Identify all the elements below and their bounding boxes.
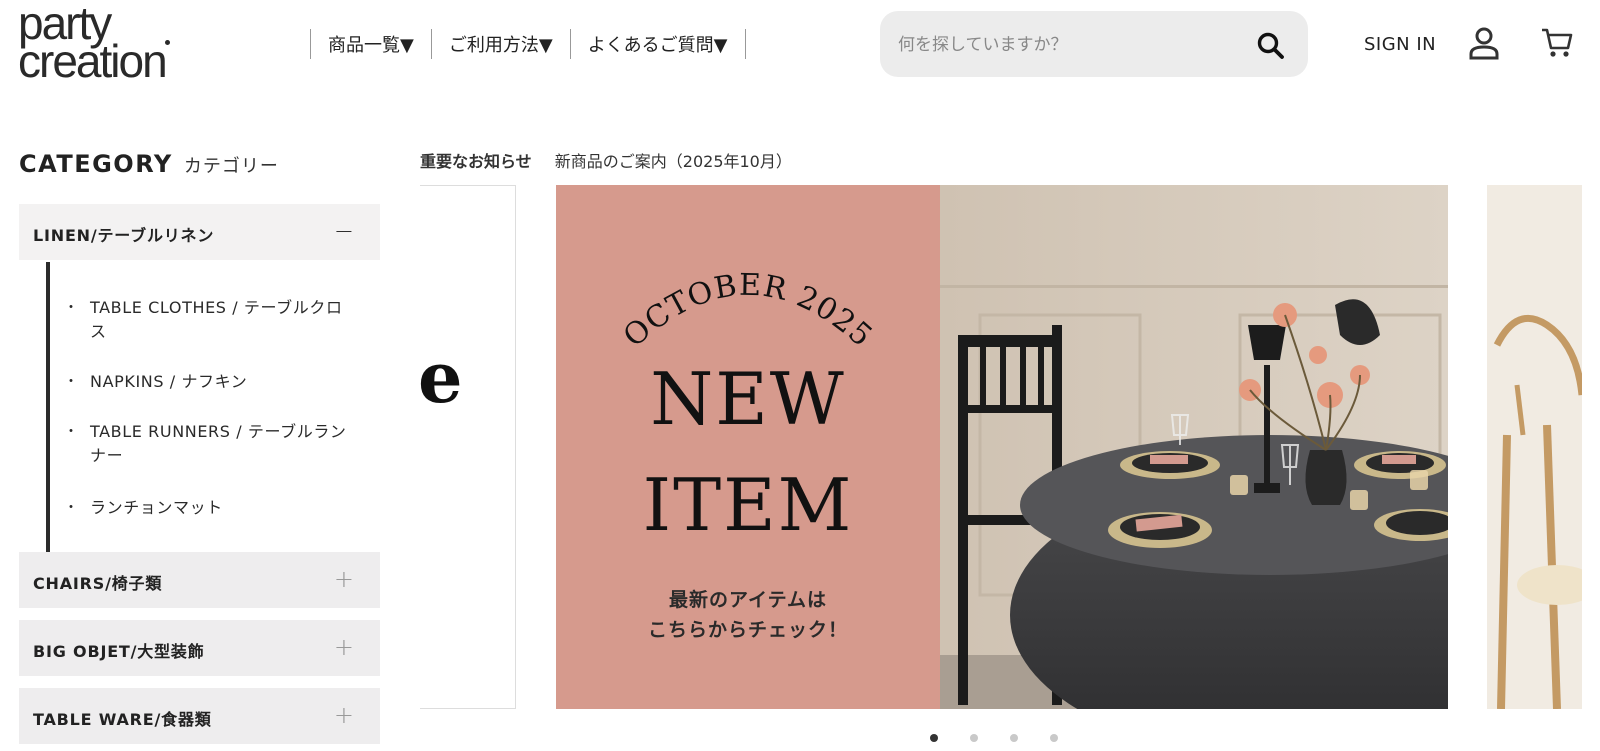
carousel-dot[interactable] [970, 734, 978, 742]
banner-table-photo [940, 185, 1448, 709]
bullet: ・ [64, 374, 79, 390]
category-title-en: CATEGORY [19, 150, 173, 178]
category-label: LINEN/テーブルリネン [33, 226, 215, 245]
notice-label: 重要なお知らせ [420, 152, 532, 171]
carousel-indicators [930, 734, 1058, 742]
collapse-icon[interactable]: − [334, 217, 354, 245]
category-label: CHAIRS/椅子類 [33, 574, 163, 593]
banner-headline-new: NEW [650, 357, 846, 441]
carousel-dot[interactable] [1010, 734, 1018, 742]
bullet: ・ [64, 300, 79, 316]
logo[interactable]: party creation [18, 0, 228, 88]
carousel-dot[interactable] [930, 734, 938, 742]
category-title-jp: カテゴリー [183, 156, 279, 177]
category-chairs[interactable]: CHAIRS/椅子類 + [19, 552, 380, 608]
main-nav: 商品一覧▼ ご利用方法▼ よくあるご質問▼ [310, 28, 746, 60]
active-slide[interactable]: OCTOBER 2025 NEW ITEM 最新のアイテムは こちらからチェック… [556, 185, 1448, 709]
bullet: ・ [64, 424, 79, 440]
category-linen[interactable]: LINEN/テーブルリネン − [19, 204, 380, 260]
expand-icon[interactable]: + [334, 565, 354, 593]
slide-text-fragment: e [420, 336, 463, 419]
sign-in-link[interactable]: SIGN IN [1364, 34, 1436, 55]
logo-line2: creation [18, 35, 168, 87]
search-icon[interactable] [1256, 31, 1286, 61]
banner-arc-label: OCTOBER 2025 [618, 268, 878, 355]
category-label: TABLE WARE/食器類 [33, 710, 212, 729]
subcategory-label: TABLE CLOTHES / テーブルクロス [90, 298, 343, 341]
subcategory-label: NAPKINS / ナフキン [90, 372, 248, 391]
nav-divider [744, 29, 746, 59]
category-label: BIG OBJET/大型装飾 [33, 642, 205, 661]
linen-subcategory-list: ・ TABLE CLOTHES / テーブルクロス ・ NAPKINS / ナフ… [46, 262, 384, 552]
previous-slide[interactable]: e [420, 185, 516, 709]
banner-text-panel: OCTOBER 2025 NEW ITEM 最新のアイテムは こちらからチェック… [556, 185, 940, 709]
banner-headline-item: ITEM [642, 463, 854, 547]
banner-subtext-2: こちらからチェック！ [647, 619, 848, 641]
notice-link[interactable]: 新商品のご案内（2025年10月） [555, 152, 792, 171]
banner-carousel[interactable]: e OCTOBER 2025 NEW ITEM 最新のアイテムは こちらからチェ… [420, 185, 1582, 710]
nav-item-how-to-use[interactable]: ご利用方法▼ [432, 31, 570, 57]
search-input[interactable] [896, 11, 1250, 79]
bullet: ・ [64, 500, 79, 516]
next-slide[interactable] [1487, 185, 1582, 709]
category-heading: CATEGORY カテゴリー [19, 150, 279, 178]
carousel-dot[interactable] [1050, 734, 1058, 742]
user-icon[interactable] [1468, 26, 1500, 60]
search-bar [880, 11, 1308, 79]
expand-icon[interactable]: + [334, 633, 354, 661]
subcategory-label: TABLE RUNNERS / テーブルランナー [90, 422, 347, 465]
banner-arc-text: OCTOBER 2025 [618, 268, 878, 355]
nav-item-products[interactable]: 商品一覧▼ [311, 31, 431, 57]
category-big-objet[interactable]: BIG OBJET/大型装飾 + [19, 620, 380, 676]
banner-subtext-1: 最新のアイテムは [668, 589, 828, 611]
category-tableware[interactable]: TABLE WARE/食器類 + [19, 688, 380, 744]
logo-dot [165, 40, 170, 45]
important-notice: 重要なお知らせ 新商品のご案内（2025年10月） [420, 148, 792, 172]
expand-icon[interactable]: + [334, 701, 354, 729]
nav-item-faq[interactable]: よくあるご質問▼ [571, 31, 745, 57]
subcategory-label: ランチョンマット [90, 498, 223, 517]
svg-text:OCTOBER 2025: OCTOBER 2025 [618, 268, 878, 355]
cart-icon[interactable] [1540, 26, 1574, 60]
